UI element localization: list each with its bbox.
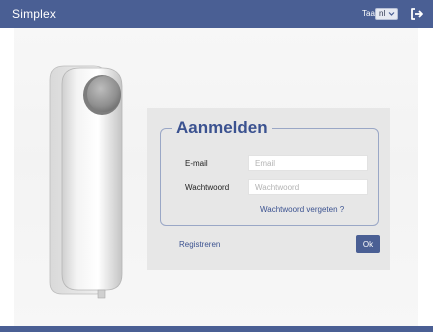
login-heading: Aanmelden <box>172 118 272 138</box>
top-bar: Simplex Taal nl <box>0 0 433 28</box>
ok-button[interactable]: Ok <box>356 235 380 253</box>
language-select[interactable]: nl <box>375 8 398 20</box>
email-field[interactable] <box>248 155 368 171</box>
password-label: Wachtwoord <box>185 183 230 192</box>
lock-device-illustration <box>49 65 123 299</box>
forgot-password-link[interactable]: Wachtwoord vergeten ? <box>260 205 344 214</box>
language-select-value: nl <box>379 9 386 18</box>
chevron-down-icon <box>388 12 395 16</box>
login-page: Simplex Taal nl Aanmelden E-mail Email W… <box>0 0 433 332</box>
app-title: Simplex <box>12 7 57 21</box>
register-link[interactable]: Registreren <box>179 240 220 249</box>
email-label: E-mail <box>185 159 208 168</box>
logout-icon[interactable] <box>410 7 424 21</box>
footer-bar <box>0 326 433 332</box>
password-field[interactable] <box>248 179 368 195</box>
